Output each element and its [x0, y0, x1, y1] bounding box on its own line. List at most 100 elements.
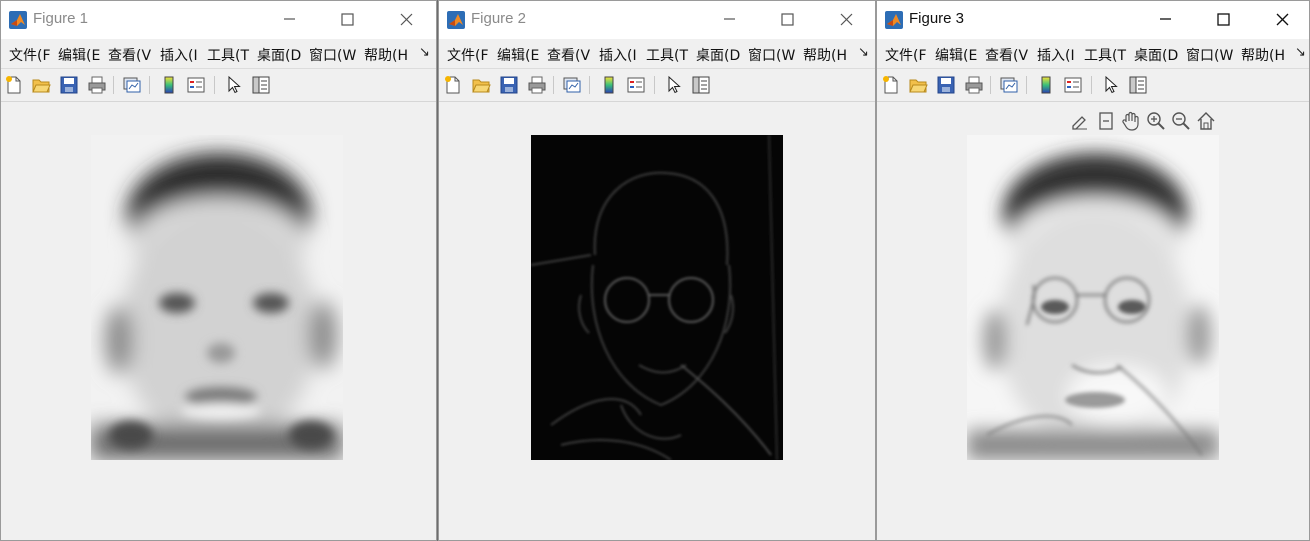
menu-help[interactable]: 帮助(H — [364, 45, 408, 65]
toolbar-separator — [1091, 76, 1092, 94]
title-bar[interactable]: Figure 3 — [877, 1, 1309, 39]
menu-overflow-icon[interactable]: ↘ — [858, 45, 869, 60]
save-icon[interactable] — [936, 75, 956, 95]
print-icon[interactable] — [527, 75, 547, 95]
brush-icon[interactable] — [1069, 110, 1091, 132]
figure-toolbar — [439, 68, 875, 102]
data-tips-icon[interactable] — [1095, 110, 1117, 132]
insert-legend-icon[interactable] — [1063, 75, 1083, 95]
edit-plot-pointer-icon[interactable] — [664, 75, 684, 95]
menu-window[interactable]: 窗口(W — [1186, 45, 1233, 65]
sharpened-image — [967, 135, 1219, 460]
minimize-icon[interactable] — [277, 7, 301, 31]
figure-toolbar — [1, 68, 436, 102]
menu-insert[interactable]: 插入(I — [599, 45, 637, 65]
title-bar[interactable]: Figure 1 — [1, 1, 436, 39]
toolbar-separator — [553, 76, 554, 94]
figure-window-2[interactable]: Figure 2 文件(F 编辑(E 查看(V 插入(I 工具(T 桌面(D 窗… — [438, 0, 876, 541]
window-title: Figure 2 — [471, 10, 527, 27]
toolbar-separator — [1026, 76, 1027, 94]
matlab-logo-icon — [447, 11, 465, 29]
menu-view[interactable]: 查看(V — [985, 45, 1028, 65]
link-plot-icon[interactable] — [562, 75, 582, 95]
property-inspector-icon[interactable] — [691, 75, 711, 95]
menu-tools[interactable]: 工具(T — [207, 45, 249, 65]
menu-file[interactable]: 文件(F — [447, 45, 489, 65]
menu-desktop[interactable]: 桌面(D — [1134, 45, 1178, 65]
maximize-icon[interactable] — [775, 7, 799, 31]
menu-tools[interactable]: 工具(T — [1084, 45, 1126, 65]
property-inspector-icon[interactable] — [251, 75, 271, 95]
maximize-icon[interactable] — [335, 7, 359, 31]
minimize-icon[interactable] — [717, 7, 741, 31]
maximize-icon[interactable] — [1211, 7, 1235, 31]
property-inspector-icon[interactable] — [1128, 75, 1148, 95]
open-file-icon[interactable] — [31, 75, 51, 95]
insert-legend-icon[interactable] — [186, 75, 206, 95]
close-icon[interactable] — [1270, 7, 1294, 31]
figure-window-1[interactable]: Figure 1 文件(F 编辑(E 查看(V 插入(I 工具(T 桌面(D 窗… — [0, 0, 437, 541]
title-bar[interactable]: Figure 2 — [439, 1, 875, 39]
menu-window[interactable]: 窗口(W — [309, 45, 356, 65]
new-figure-icon[interactable] — [443, 75, 463, 95]
print-icon[interactable] — [964, 75, 984, 95]
menu-file[interactable]: 文件(F — [9, 45, 51, 65]
insert-colorbar-icon[interactable] — [1036, 75, 1056, 95]
menu-bar: 文件(F 编辑(E 查看(V 插入(I 工具(T 桌面(D 窗口(W 帮助(H … — [439, 39, 875, 67]
menu-insert[interactable]: 插入(I — [160, 45, 198, 65]
blurred-image — [91, 135, 343, 460]
toolbar-separator — [589, 76, 590, 94]
menu-edit[interactable]: 编辑(E — [58, 45, 100, 65]
toolbar-separator — [214, 76, 215, 94]
new-figure-icon[interactable] — [4, 75, 24, 95]
menu-overflow-icon[interactable]: ↘ — [1295, 45, 1306, 60]
figure-toolbar — [877, 68, 1309, 102]
toolbar-separator — [149, 76, 150, 94]
zoom-out-icon[interactable] — [1170, 110, 1192, 132]
matlab-logo-icon — [9, 11, 27, 29]
new-figure-icon[interactable] — [881, 75, 901, 95]
minimize-icon[interactable] — [1153, 7, 1177, 31]
menu-help[interactable]: 帮助(H — [803, 45, 847, 65]
edit-plot-pointer-icon[interactable] — [224, 75, 244, 95]
toolbar-separator — [654, 76, 655, 94]
menu-bar: 文件(F 编辑(E 查看(V 插入(I 工具(T 桌面(D 窗口(W 帮助(H … — [877, 39, 1309, 67]
window-title: Figure 1 — [33, 10, 89, 27]
restore-view-icon[interactable] — [1195, 110, 1217, 132]
menu-view[interactable]: 查看(V — [547, 45, 590, 65]
menu-window[interactable]: 窗口(W — [748, 45, 795, 65]
open-file-icon[interactable] — [908, 75, 928, 95]
print-icon[interactable] — [87, 75, 107, 95]
insert-legend-icon[interactable] — [626, 75, 646, 95]
pan-icon[interactable] — [1120, 110, 1142, 132]
close-icon[interactable] — [834, 7, 858, 31]
save-icon[interactable] — [59, 75, 79, 95]
link-plot-icon[interactable] — [999, 75, 1019, 95]
menu-edit[interactable]: 编辑(E — [497, 45, 539, 65]
axes-toolbar — [1069, 110, 1219, 132]
menu-insert[interactable]: 插入(I — [1037, 45, 1075, 65]
zoom-in-icon[interactable] — [1145, 110, 1167, 132]
edit-plot-pointer-icon[interactable] — [1101, 75, 1121, 95]
menu-help[interactable]: 帮助(H — [1241, 45, 1285, 65]
close-icon[interactable] — [394, 7, 418, 31]
insert-colorbar-icon[interactable] — [599, 75, 619, 95]
menu-overflow-icon[interactable]: ↘ — [419, 45, 430, 60]
menu-tools[interactable]: 工具(T — [646, 45, 688, 65]
link-plot-icon[interactable] — [122, 75, 142, 95]
figure-window-3[interactable]: Figure 3 文件(F 编辑(E 查看(V 插入(I 工具(T 桌面(D 窗… — [876, 0, 1310, 541]
menu-desktop[interactable]: 桌面(D — [696, 45, 740, 65]
menu-edit[interactable]: 编辑(E — [935, 45, 977, 65]
save-icon[interactable] — [499, 75, 519, 95]
insert-colorbar-icon[interactable] — [159, 75, 179, 95]
edge-image — [531, 135, 783, 460]
menu-file[interactable]: 文件(F — [885, 45, 927, 65]
menu-bar: 文件(F 编辑(E 查看(V 插入(I 工具(T 桌面(D 窗口(W 帮助(H … — [1, 39, 436, 67]
toolbar-separator — [990, 76, 991, 94]
menu-view[interactable]: 查看(V — [108, 45, 151, 65]
toolbar-separator — [113, 76, 114, 94]
window-title: Figure 3 — [909, 10, 965, 27]
matlab-logo-icon — [885, 11, 903, 29]
open-file-icon[interactable] — [471, 75, 491, 95]
menu-desktop[interactable]: 桌面(D — [257, 45, 301, 65]
